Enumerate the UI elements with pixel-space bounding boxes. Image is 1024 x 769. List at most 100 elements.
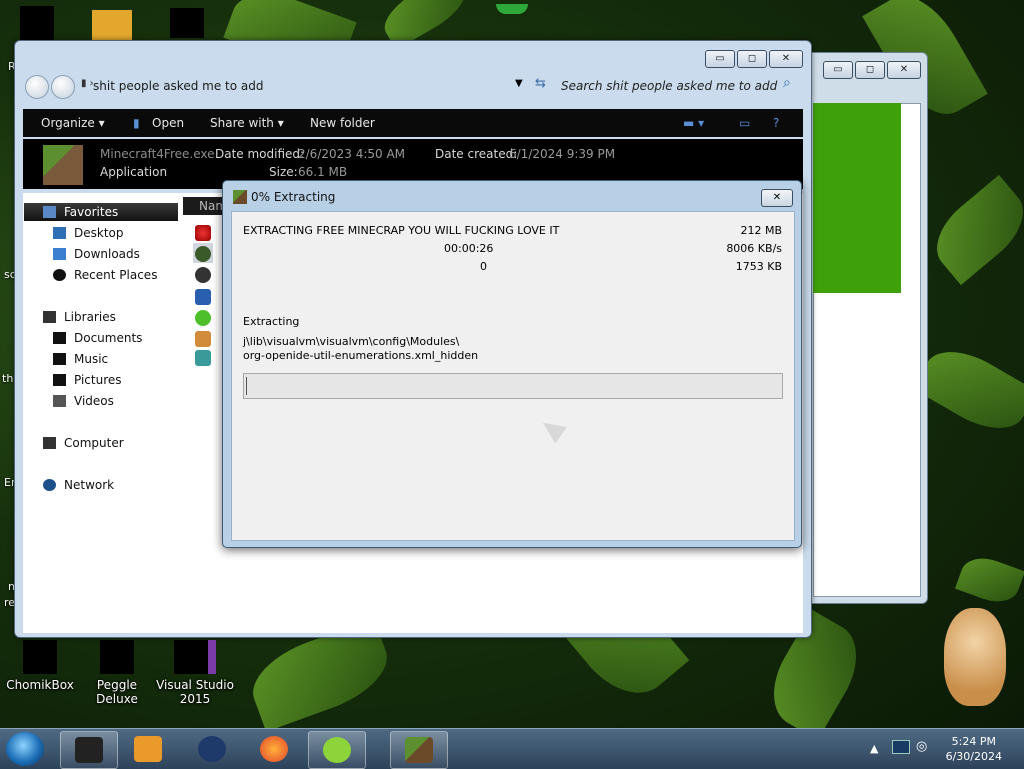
progress-start-marker (246, 377, 247, 395)
help-icon[interactable]: ? (773, 116, 779, 130)
minecraft-app-icon (405, 737, 433, 763)
nav-videos[interactable]: Videos (53, 394, 114, 408)
clock-time: 5:24 PM (951, 735, 996, 748)
display-tray-icon[interactable] (892, 740, 910, 754)
organize-button[interactable]: Organize ▾ (41, 116, 105, 130)
folder-path-icon: ▮ › (81, 78, 94, 89)
nav-libraries[interactable]: Libraries (43, 310, 116, 324)
green-widget-icon (496, 4, 528, 14)
search-input[interactable]: Search shit people asked me to add (561, 77, 801, 95)
computer-icon (43, 437, 56, 449)
file-icon[interactable] (195, 289, 211, 305)
close-button[interactable]: ✕ (769, 50, 803, 68)
file-icon[interactable] (195, 267, 211, 283)
chomikbox-icon (23, 640, 57, 674)
minimize-button[interactable]: ▭ (705, 50, 735, 68)
network-icon (43, 479, 56, 491)
recent-places-icon (53, 269, 66, 281)
taskbar-firefox[interactable] (246, 731, 302, 767)
file-icon[interactable] (195, 331, 211, 347)
file-type: Application (100, 165, 168, 179)
command-bar: Organize ▾ ▮ Open Share with ▾ New folde… (23, 109, 803, 137)
nav-network[interactable]: Network (43, 478, 114, 492)
current-path: j\lib\visualvm\visualvm\config\Modules\ (243, 335, 460, 348)
desktop-icon-peggle[interactable]: Peggle Deluxe (77, 640, 157, 706)
current-file: org-openide-util-enumerations.xml_hidden (243, 349, 479, 362)
nav-documents[interactable]: Documents (53, 331, 142, 345)
file-name: Minecraft4Free.exe (100, 147, 215, 161)
size-value: 66.1 MB (298, 165, 348, 179)
extracting-dialog[interactable]: 0% Extracting ✕ EXTRACTING FREE MINECRAP… (222, 180, 802, 548)
maximize-button[interactable]: ◻ (855, 61, 885, 79)
forward-arrow-icon[interactable] (51, 75, 75, 99)
close-button[interactable]: ✕ (761, 189, 793, 207)
new-folder-button[interactable]: New folder (310, 116, 375, 130)
taskbar-archiver[interactable] (308, 731, 366, 769)
open-app-icon: ▮ (133, 116, 140, 130)
desktop-icon-redacted[interactable] (20, 6, 54, 40)
preview-pane-icon[interactable]: ▭ (739, 116, 750, 130)
address-bar[interactable]: shit people asked me to add (93, 77, 513, 95)
taskbar: ▲ ◎ 5:24 PM 6/30/2024 (0, 728, 1024, 769)
open-button[interactable]: Open (152, 116, 184, 130)
minecraft-file-icon[interactable] (195, 246, 211, 262)
view-options-icon[interactable]: ▬ ▾ (683, 116, 704, 130)
nav-recent-places[interactable]: Recent Places (53, 268, 157, 282)
clock[interactable]: 5:24 PM 6/30/2024 (946, 734, 1002, 764)
nav-downloads[interactable]: Downloads (53, 247, 140, 261)
app-globe-icon (198, 736, 226, 762)
nav-desktop[interactable]: Desktop (53, 226, 124, 240)
file-icon[interactable] (195, 350, 211, 366)
nav-music[interactable]: Music (53, 352, 108, 366)
desktop-icon (53, 227, 66, 239)
file-icon[interactable] (195, 310, 211, 326)
videos-icon (53, 395, 66, 407)
clock-date: 6/30/2024 (945, 750, 1002, 763)
desktop-icon-visual-studio[interactable]: Visual Studio 2015 (155, 640, 235, 706)
pictures-icon (53, 374, 66, 386)
maximize-button[interactable]: ◻ (737, 50, 767, 68)
visual-studio-icon (174, 640, 216, 674)
firefox-icon (260, 736, 288, 762)
dialog-title: 0% Extracting (251, 190, 336, 204)
mouse-cursor-icon (537, 414, 567, 444)
libraries-icon (43, 311, 56, 323)
elapsed-time: 00:00:26 (444, 242, 494, 255)
share-with-button[interactable]: Share with ▾ (210, 116, 284, 130)
start-button[interactable] (6, 732, 44, 766)
extracting-message: EXTRACTING FREE MINECRAP YOU WILL FUCKIN… (243, 224, 560, 237)
desktop-text-fragment: th (2, 372, 14, 385)
peggle-icon (100, 640, 134, 674)
back-arrow-icon[interactable] (25, 75, 49, 99)
minimize-button[interactable]: ▭ (823, 61, 853, 79)
music-icon (53, 353, 66, 365)
taskbar-media-player[interactable] (120, 731, 176, 767)
taskbar-app[interactable] (184, 731, 240, 767)
nav-computer[interactable]: Computer (43, 436, 124, 450)
hamster-gadget-icon[interactable] (944, 608, 1006, 706)
desktop-icon-chomikbox[interactable]: ChomikBox (0, 640, 80, 692)
archiver-icon (323, 737, 351, 763)
search-icon[interactable]: ⌕ (783, 75, 791, 91)
minecraft-app-icon (233, 190, 247, 204)
nav-favorites[interactable]: Favorites (43, 205, 118, 219)
taskbar-minecraft[interactable] (390, 731, 448, 769)
taskbar-explorer[interactable] (60, 731, 118, 769)
speed: 8006 KB/s (726, 242, 782, 255)
tray-expand-icon[interactable]: ▲ (870, 742, 878, 755)
folder-icon (75, 737, 103, 763)
chevron-down-icon[interactable]: ▼ (515, 78, 523, 89)
folder-icon[interactable] (92, 10, 132, 40)
nav-pictures[interactable]: Pictures (53, 373, 122, 387)
network-tray-icon[interactable]: ◎ (916, 739, 927, 754)
file-icon[interactable] (195, 225, 211, 241)
refresh-icon[interactable]: ⇆ (535, 76, 546, 91)
background-window[interactable]: ▭ ◻ ✕ (806, 52, 928, 604)
downloads-icon (53, 248, 66, 260)
total-size: 212 MB (740, 224, 782, 237)
close-button[interactable]: ✕ (887, 61, 921, 79)
desktop-icon-redacted[interactable] (170, 8, 204, 38)
date-created-label: Date created: (435, 147, 518, 161)
status-label: Extracting (243, 315, 300, 328)
size-label: Size: (269, 165, 298, 179)
